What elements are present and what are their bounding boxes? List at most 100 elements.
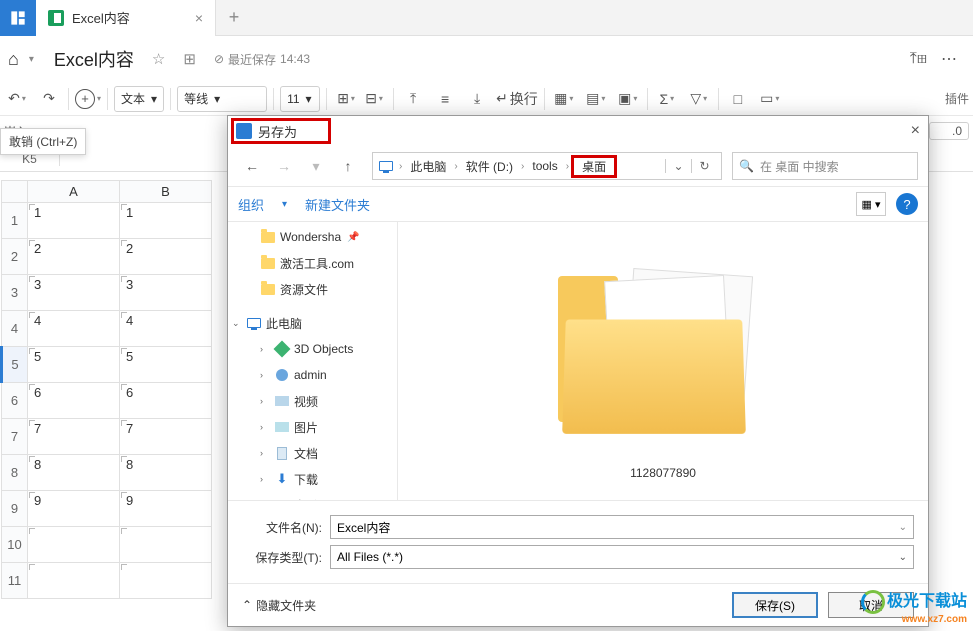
cell[interactable]: 9	[28, 491, 120, 527]
recent-dropdown[interactable]: ▾	[302, 152, 330, 180]
redo-button[interactable]: ↷	[36, 86, 62, 112]
breadcrumb-item[interactable]: tools	[528, 159, 561, 173]
filetype-select[interactable]: All Files (*.*)⌄	[330, 545, 914, 569]
plugins-label[interactable]: 插件	[945, 90, 969, 107]
add-box-icon[interactable]: ⊞	[183, 50, 196, 68]
tree-item[interactable]: ›图片	[228, 414, 397, 440]
formula-button[interactable]: Σ▾	[654, 86, 680, 112]
tree-item[interactable]: Wondersha📌	[228, 224, 397, 250]
cell[interactable]: 2	[28, 239, 120, 275]
row-header[interactable]: 11	[2, 563, 28, 599]
breadcrumb-dropdown[interactable]: ⌄	[665, 159, 691, 173]
cell[interactable]: 3	[28, 275, 120, 311]
font-dropdown[interactable]: 等线▾	[177, 86, 267, 112]
align-middle-icon[interactable]: ≡	[432, 86, 458, 112]
cell[interactable]: 6	[120, 383, 212, 419]
cell[interactable]: 9	[120, 491, 212, 527]
forward-button[interactable]: →	[270, 152, 298, 180]
breadcrumb-item[interactable]: 软件 (D:)	[462, 158, 517, 175]
new-tab-button[interactable]: +	[216, 7, 252, 28]
row-header[interactable]: 5	[2, 347, 28, 383]
cell-button[interactable]: □	[725, 86, 751, 112]
undo-button[interactable]: ↶▾	[4, 86, 30, 112]
cell[interactable]: 7	[28, 419, 120, 455]
cell[interactable]: 8	[120, 455, 212, 491]
export-icon[interactable]: ⤒⊞	[910, 50, 927, 68]
column-header[interactable]: B	[120, 181, 212, 203]
border-button[interactable]: ⊞▾	[333, 86, 359, 112]
cell[interactable]: 7	[120, 419, 212, 455]
chevron-down-icon[interactable]: ▾	[29, 54, 34, 65]
merge-button[interactable]: ⊟▾	[361, 86, 387, 112]
filename-input[interactable]: Excel内容⌄	[330, 515, 914, 539]
cell[interactable]: 3	[120, 275, 212, 311]
breadcrumb[interactable]: › 此电脑 › 软件 (D:) › tools › 桌面 ⌄ ↻	[372, 152, 722, 180]
row-header[interactable]: 9	[2, 491, 28, 527]
cell[interactable]	[120, 527, 212, 563]
folder-content[interactable]: 1128077890	[398, 222, 928, 500]
chevron-right-icon[interactable]: ›	[564, 161, 571, 172]
column-header[interactable]: A	[28, 181, 120, 203]
refresh-button[interactable]: ↻	[691, 159, 717, 173]
cell[interactable]	[28, 527, 120, 563]
tree-item[interactable]: 资源文件	[228, 276, 397, 302]
row-header[interactable]: 7	[2, 419, 28, 455]
align-top-icon[interactable]: ⤒	[400, 86, 426, 112]
close-icon[interactable]: ×	[911, 122, 920, 140]
align-bottom-icon[interactable]: ⤓	[464, 86, 490, 112]
close-tab-icon[interactable]: ×	[195, 10, 203, 26]
hide-folders-toggle[interactable]: ⌃隐藏文件夹	[242, 597, 316, 614]
cell[interactable]: 1	[120, 203, 212, 239]
document-tab[interactable]: Excel内容 ×	[36, 0, 216, 36]
organize-button[interactable]: 组织	[238, 195, 264, 214]
cell[interactable]: 6	[28, 383, 120, 419]
back-button[interactable]: ←	[238, 152, 266, 180]
tree-item[interactable]: 激活工具.com	[228, 250, 397, 276]
home-icon[interactable]: ⌂	[8, 49, 19, 70]
row-header[interactable]: 6	[2, 383, 28, 419]
decimal-field2[interactable]: .0	[929, 122, 969, 140]
select-all-corner[interactable]	[2, 181, 28, 203]
cell[interactable]: 2	[120, 239, 212, 275]
view-mode-button[interactable]: ▦ ▾	[856, 192, 886, 216]
new-folder-button[interactable]: 新建文件夹	[305, 195, 370, 214]
save-button[interactable]: 保存(S)	[732, 592, 818, 618]
row-header[interactable]: 8	[2, 455, 28, 491]
search-input[interactable]: 🔍 在 桌面 中搜索	[732, 152, 918, 180]
dropdown-icon[interactable]: ▾	[282, 199, 287, 210]
row-header[interactable]: 10	[2, 527, 28, 563]
breadcrumb-item[interactable]: 此电脑	[406, 158, 450, 175]
chevron-right-icon[interactable]: ›	[452, 161, 459, 172]
freeze-button[interactable]: ▦▾	[551, 86, 577, 112]
cell[interactable]	[120, 563, 212, 599]
tree-item[interactable]: ›文档	[228, 440, 397, 466]
folder-item[interactable]	[558, 252, 768, 460]
fill-button[interactable]: ▤▾	[583, 86, 609, 112]
cell[interactable]: 4	[120, 311, 212, 347]
row-header[interactable]: 3	[2, 275, 28, 311]
cell[interactable]: 5	[120, 347, 212, 383]
breadcrumb-item-current[interactable]: 桌面	[571, 155, 617, 178]
filter-button[interactable]: ▽▾	[686, 86, 712, 112]
tree-item[interactable]: ›3D Objects	[228, 336, 397, 362]
help-button[interactable]: ?	[896, 193, 918, 215]
more-icon[interactable]: ⋯	[941, 49, 957, 69]
cell[interactable]	[28, 563, 120, 599]
cell[interactable]: 8	[28, 455, 120, 491]
tree-item-pc[interactable]: ⌄此电脑	[228, 310, 397, 336]
insert-button[interactable]: +▾	[75, 86, 101, 112]
up-button[interactable]: ↑	[334, 152, 362, 180]
row-col-button[interactable]: ▭▾	[757, 86, 783, 112]
clear-button[interactable]: ▣▾	[615, 86, 641, 112]
tree-item[interactable]: ›admin	[228, 362, 397, 388]
chevron-right-icon[interactable]: ›	[519, 161, 526, 172]
format-dropdown[interactable]: 文本▾	[114, 86, 164, 112]
chevron-right-icon[interactable]: ›	[397, 161, 404, 172]
cell[interactable]: 1	[28, 203, 120, 239]
row-header[interactable]: 1	[2, 203, 28, 239]
star-icon[interactable]: ☆	[152, 50, 165, 68]
row-header[interactable]: 2	[2, 239, 28, 275]
tree-item[interactable]: ›视频	[228, 388, 397, 414]
row-header[interactable]: 4	[2, 311, 28, 347]
tree-item[interactable]: ›♪音乐	[228, 492, 397, 500]
